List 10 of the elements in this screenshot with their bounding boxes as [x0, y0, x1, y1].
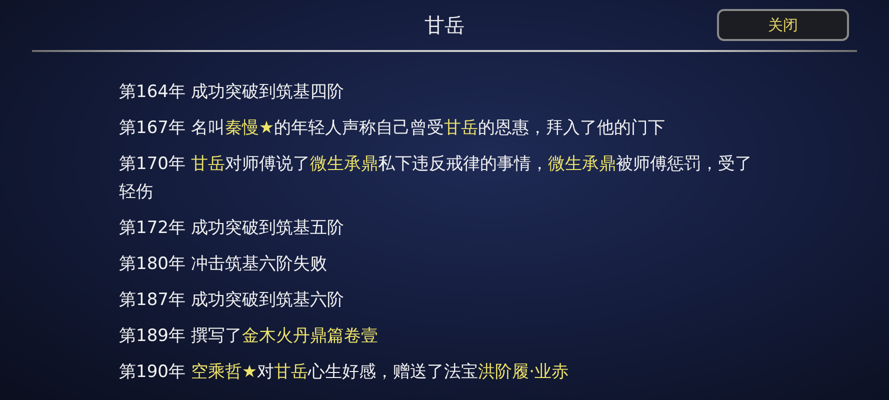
close-button[interactable]: 关闭 [717, 9, 849, 41]
window-title: 甘岳 [424, 12, 464, 38]
log-entry: 第164年 成功突破到筑基四阶 [119, 81, 345, 104]
log-entry: 第187年 成功突破到筑基六阶 [119, 289, 345, 312]
log-entry: 第170年 甘岳对师傅说了微生承鼎私下违反戒律的事情，微生承鼎被师傅惩罚，受了轻伤 [119, 153, 753, 204]
log-entry: 第180年 冲击筑基六阶失败 [119, 253, 328, 276]
log-entry: 第189年 撰写了金木火丹鼎篇卷壹 [119, 325, 379, 348]
log-entry: 第190年 空乘哲★对甘岳心生好感，赠送了法宝洪阶履·业赤 [119, 361, 570, 384]
log-entry: 第167年 名叫秦慢★的年轻人声称自己曾受甘岳的恩惠，拜入了他的门下 [119, 117, 666, 140]
log-entry: 第172年 成功突破到筑基五阶 [119, 217, 345, 240]
